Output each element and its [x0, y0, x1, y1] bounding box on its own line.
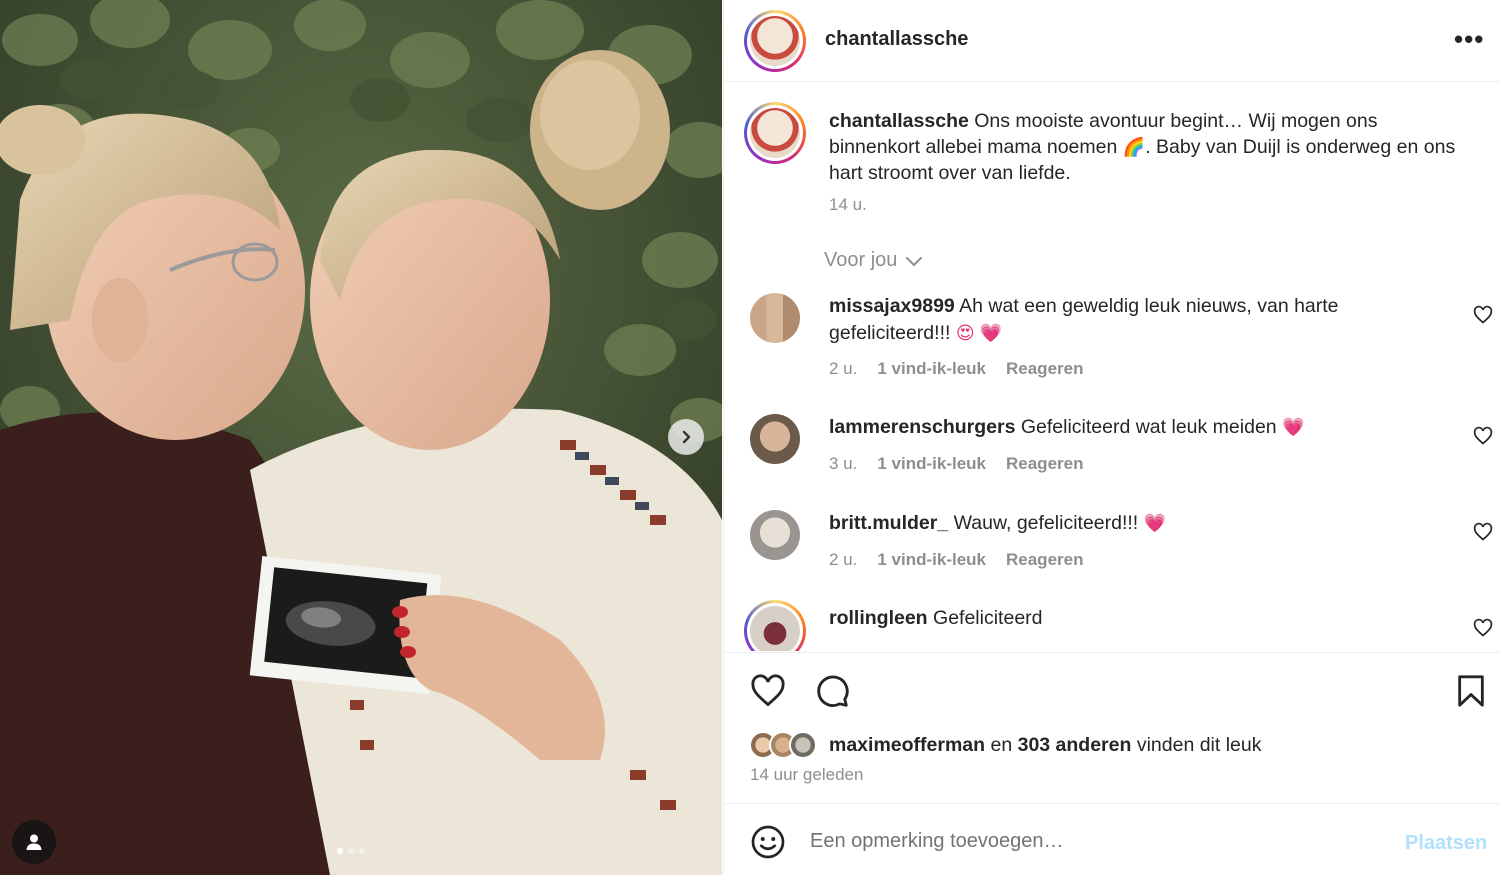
comment-avatar[interactable] — [750, 510, 800, 560]
sort-label: Voor jou — [824, 249, 898, 271]
emoji-picker-icon[interactable] — [750, 824, 786, 860]
chevron-down-icon — [906, 256, 923, 266]
chevron-right-icon — [682, 430, 691, 444]
carousel-indicator — [337, 848, 365, 854]
caption-avatar[interactable] — [744, 102, 806, 164]
likes-summary[interactable]: maximeofferman en 303 anderen vinden dit… — [749, 731, 1262, 759]
like-comment-heart-icon[interactable] — [1473, 618, 1493, 638]
comment-body: Gefeliciteerd — [933, 607, 1043, 629]
comment-time: 3 u. — [829, 454, 858, 473]
comment-meta: 2 u. 1 vind-ik-leuk Reageren — [829, 550, 1083, 570]
comment-body: Gefeliciteerd wat leuk meiden — [1020, 416, 1283, 438]
like-heart-icon[interactable] — [749, 673, 787, 709]
comment-text: lammerenschurgers Gefeliciteerd wat leuk… — [829, 414, 1449, 441]
comment-emoji: 💗 — [1282, 417, 1305, 437]
post-header: chantallassche ••• — [724, 0, 1500, 82]
post-comment-button[interactable]: Plaatsen — [1405, 832, 1487, 855]
comment-avatar[interactable] — [744, 600, 806, 651]
likes-suffix: vinden dit leuk — [1131, 733, 1262, 756]
like-comment-heart-icon[interactable] — [1473, 305, 1493, 325]
comment-likes[interactable]: 1 vind-ik-leuk — [877, 359, 986, 379]
comment-body: Wauw, gefeliciteerd!!! — [953, 512, 1144, 534]
bookmark-icon[interactable] — [1454, 673, 1488, 709]
more-options-icon[interactable]: ••• — [1454, 24, 1484, 55]
comment-meta: 2 u. 1 vind-ik-leuk Reageren — [829, 359, 1083, 379]
comment-text: missajax9899 Ah wat een geweldig leuk ni… — [829, 293, 1449, 347]
post-timestamp: 14 uur geleden — [750, 765, 864, 784]
liker-avatars — [749, 731, 817, 759]
caption-text: chantallassche Ons mooiste avontuur begi… — [829, 108, 1459, 186]
reply-button[interactable]: Reageren — [1006, 454, 1083, 474]
user-icon — [26, 834, 42, 850]
comment-meta: 3 u. 1 vind-ik-leuk Reageren — [829, 454, 1083, 474]
reply-button[interactable]: Reageren — [1006, 550, 1083, 570]
comment-username[interactable]: lammerenschurgers — [829, 416, 1015, 438]
comment-username[interactable]: missajax9899 — [829, 295, 955, 317]
reply-button[interactable]: Reageren — [1006, 359, 1083, 379]
comment-emoji: 💗 — [1143, 513, 1167, 533]
comment-composer: Plaatsen — [724, 803, 1500, 875]
comment-time: 2 u. — [829, 359, 858, 378]
comment-emoji: 😍 💗 — [955, 323, 1003, 343]
post-side-panel: chantallassche ••• chantallassche Ons mo… — [723, 0, 1500, 875]
author-avatar[interactable] — [744, 10, 806, 72]
carousel-dot — [337, 848, 343, 854]
comment-input[interactable] — [810, 824, 1370, 858]
likes-connector: en — [985, 733, 1018, 756]
comment-username[interactable]: rollingleen — [829, 607, 928, 629]
caption-timestamp: 14 u. — [829, 195, 867, 214]
next-slide-button[interactable] — [668, 419, 704, 455]
liker-username[interactable]: maximeofferman — [829, 734, 985, 756]
like-comment-heart-icon[interactable] — [1473, 426, 1493, 446]
likes-others[interactable]: 303 anderen — [1018, 734, 1132, 756]
like-comment-heart-icon[interactable] — [1473, 522, 1493, 542]
post-actions: maximeofferman en 303 anderen vinden dit… — [724, 652, 1500, 802]
likes-text: maximeofferman en 303 anderen vinden dit… — [829, 734, 1262, 757]
comment-sort-dropdown[interactable]: Voor jou — [824, 249, 923, 272]
comment-icon[interactable] — [813, 673, 851, 709]
carousel-dot — [359, 848, 365, 854]
post-photo[interactable] — [0, 0, 722, 875]
carousel-dot — [348, 848, 354, 854]
caption-emoji: 🌈 — [1122, 137, 1146, 157]
comment-avatar[interactable] — [750, 414, 800, 464]
comments-section[interactable]: chantallassche Ons mooiste avontuur begi… — [724, 83, 1500, 651]
comment-likes[interactable]: 1 vind-ik-leuk — [877, 454, 986, 474]
comment-likes[interactable]: 1 vind-ik-leuk — [877, 550, 986, 570]
photo-image — [0, 0, 722, 875]
comment-username[interactable]: britt.mulder_ — [829, 512, 948, 534]
comment-time: 2 u. — [829, 550, 858, 569]
tagged-users-button[interactable] — [12, 820, 56, 864]
comment-text: rollingleen Gefeliciteerd — [829, 605, 1449, 632]
caption-username[interactable]: chantallassche — [829, 110, 969, 132]
comment-avatar[interactable] — [750, 293, 800, 343]
comment-text: britt.mulder_ Wauw, gefeliciteerd!!! 💗 — [829, 510, 1449, 537]
author-username[interactable]: chantallassche — [825, 28, 968, 51]
